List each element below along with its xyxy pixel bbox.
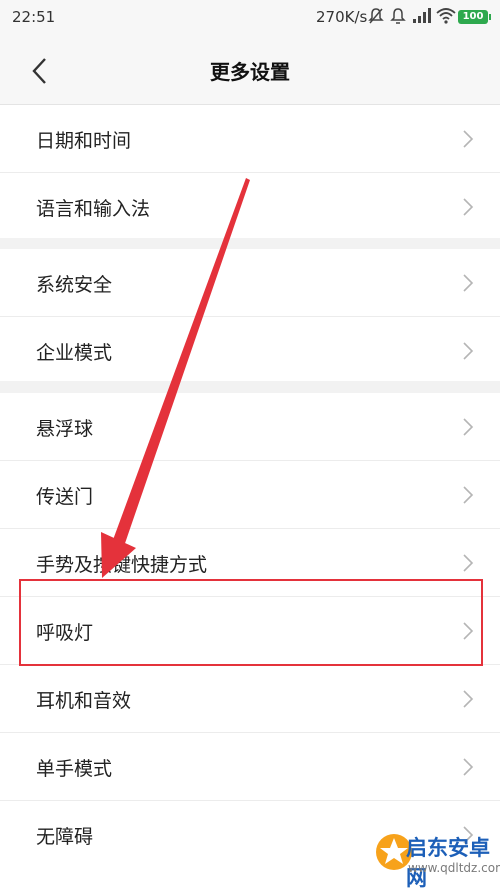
list-item-label: 无障碍 — [36, 826, 94, 848]
chevron-right-icon — [463, 274, 474, 292]
list-item-portal[interactable]: 传送门 — [0, 461, 500, 529]
battery-icon: 100 — [458, 10, 491, 24]
chevron-right-icon — [463, 758, 474, 776]
settings-group-1: 日期和时间 语言和输入法 — [0, 105, 500, 240]
list-item-label: 企业模式 — [36, 342, 113, 364]
chevron-right-icon — [463, 486, 474, 504]
mute-icon — [368, 8, 384, 24]
wifi-icon — [436, 8, 456, 24]
list-item-language-input[interactable]: 语言和输入法 — [0, 173, 500, 240]
list-item-floating-ball[interactable]: 悬浮球 — [0, 393, 500, 461]
list-item-label: 悬浮球 — [36, 418, 94, 440]
chevron-right-icon — [463, 198, 474, 216]
chevron-right-icon — [463, 554, 474, 572]
list-item-enterprise-mode[interactable]: 企业模式 — [0, 317, 500, 384]
chevron-right-icon — [463, 418, 474, 436]
list-item-label: 单手模式 — [36, 758, 113, 780]
list-item-label: 日期和时间 — [36, 130, 132, 152]
settings-group-2: 系统安全 企业模式 — [0, 249, 500, 384]
network-speed: 270K/s — [316, 8, 368, 26]
list-item-date-time[interactable]: 日期和时间 — [0, 105, 500, 173]
list-item-label: 语言和输入法 — [36, 198, 151, 220]
list-item-label: 传送门 — [36, 486, 94, 508]
signal-icon — [413, 8, 431, 23]
list-item-system-security[interactable]: 系统安全 — [0, 249, 500, 317]
chevron-right-icon — [463, 690, 474, 708]
chevron-right-icon — [463, 342, 474, 360]
status-bar: 22:51 270K/s 100 — [0, 0, 500, 36]
header: 更多设置 — [0, 36, 500, 105]
list-item-label: 系统安全 — [36, 274, 113, 296]
watermark-url: www.qdltdz.com — [408, 861, 500, 875]
list-item-label: 手势及按键快捷方式 — [36, 554, 208, 576]
alarm-icon — [390, 8, 406, 24]
highlight-box — [19, 579, 483, 666]
page-title: 更多设置 — [210, 60, 290, 84]
list-item-label: 耳机和音效 — [36, 690, 132, 712]
chevron-right-icon — [463, 130, 474, 148]
list-item-headphones-audio[interactable]: 耳机和音效 — [0, 665, 500, 733]
status-time: 22:51 — [12, 8, 56, 26]
list-item-one-handed-mode[interactable]: 单手模式 — [0, 733, 500, 801]
